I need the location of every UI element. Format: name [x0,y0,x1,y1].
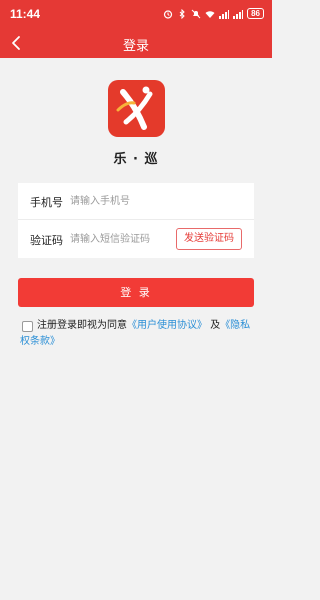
battery-indicator: 86 [247,8,264,19]
agreement-prefix: 注册登录即视为同意 [37,320,127,331]
signal-icon-2 [233,9,244,19]
login-form: 手机号 验证码 发送验证码 [18,183,254,258]
user-agreement-link[interactable]: 《用户使用协议》 [127,320,207,331]
code-input[interactable] [70,230,170,248]
phone-input[interactable] [70,192,240,210]
wifi-icon [205,9,215,19]
agreement-text: 注册登录即视为同意《用户使用协议》 及《隐私权条款》 [20,318,258,350]
mute-icon [191,9,201,19]
code-label: 验证码 [30,234,63,247]
nav-bar: 登录 [0,28,272,58]
agreement-and: 及 [210,320,221,331]
app-name: 乐 · 巡 [113,152,159,167]
page-title: 登录 [122,39,149,54]
bluetooth-icon [177,8,187,19]
app-logo [108,80,165,137]
phone-row: 手机号 [18,183,254,220]
status-time: 11:44 [10,7,41,21]
status-icons: 86 [163,8,264,19]
code-row: 验证码 发送验证码 [18,221,254,258]
phone-label: 手机号 [30,196,63,209]
signal-icon [219,9,230,19]
alarm-icon [163,9,173,19]
send-code-button[interactable]: 发送验证码 [176,228,242,250]
status-bar: 11:44 86 [0,0,272,28]
login-button[interactable]: 登 录 [18,278,254,307]
